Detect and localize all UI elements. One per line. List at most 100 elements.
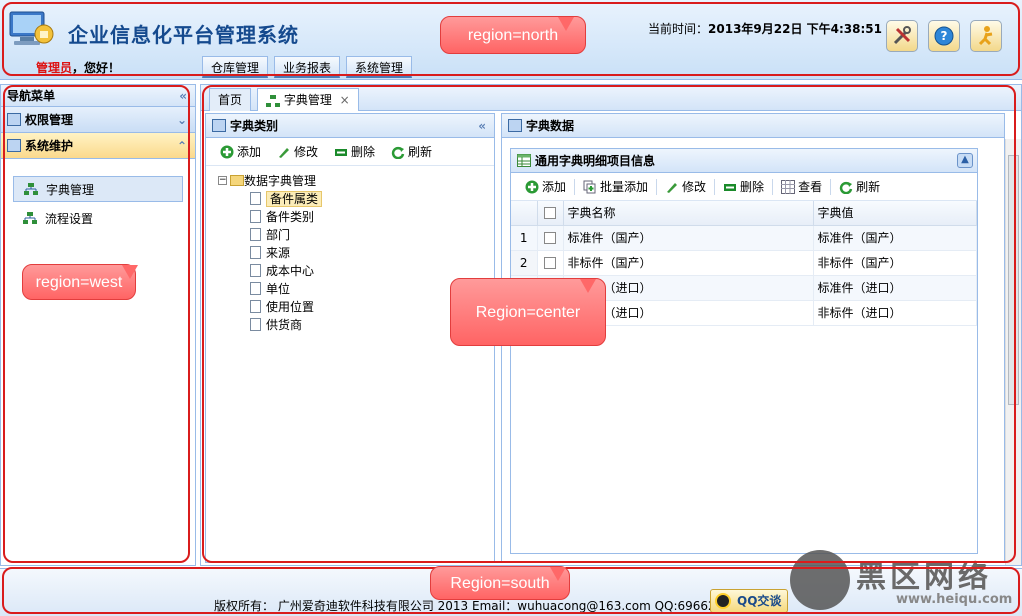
column-header-name[interactable]: 字典名称 bbox=[563, 201, 814, 226]
add-button[interactable]: 添加 bbox=[212, 141, 269, 163]
pencil-icon bbox=[667, 182, 678, 193]
tree-node[interactable]: 成本中心 bbox=[216, 262, 494, 280]
batch-add-button[interactable]: 批量添加 bbox=[575, 176, 656, 198]
delete-label: 删除 bbox=[740, 180, 765, 194]
help-button[interactable]: ? bbox=[928, 20, 960, 52]
user-role: 管理员 bbox=[36, 61, 73, 75]
add-label: 添加 bbox=[237, 145, 262, 159]
add-button[interactable]: 添加 bbox=[517, 176, 574, 198]
delete-button[interactable]: 删除 bbox=[715, 176, 772, 198]
view-label: 查看 bbox=[798, 180, 823, 194]
refresh-icon bbox=[391, 146, 405, 159]
cell-value: 非标件（进口） bbox=[813, 300, 977, 326]
document-icon bbox=[250, 300, 261, 313]
row-checkbox[interactable] bbox=[544, 232, 556, 244]
grid-toolbar: 添加 批量添加 修改 删除 查看 刷新 bbox=[511, 173, 977, 201]
document-icon bbox=[250, 264, 261, 277]
tree-node[interactable]: 来源 bbox=[216, 244, 494, 262]
center-tabbar: 首页 字典管理 × bbox=[201, 85, 1021, 111]
tree-node-label: 部门 bbox=[266, 228, 291, 242]
tools-button[interactable] bbox=[886, 20, 918, 52]
nav-item-label: 字典管理 bbox=[46, 183, 95, 197]
top-tab-reports[interactable]: 业务报表 bbox=[274, 56, 341, 78]
tab-label: 首页 bbox=[218, 93, 243, 107]
collapse-tree-icon[interactable]: − bbox=[218, 176, 227, 185]
tools-icon bbox=[893, 26, 911, 45]
sitemap-icon bbox=[24, 183, 38, 195]
refresh-button[interactable]: 刷新 bbox=[383, 141, 440, 163]
pencil-icon bbox=[279, 147, 290, 158]
select-all-checkbox[interactable] bbox=[544, 207, 556, 220]
tree-root-label: 数据字典管理 bbox=[244, 174, 317, 188]
folder-icon bbox=[230, 175, 244, 186]
document-icon bbox=[250, 246, 261, 259]
qq-chat-button[interactable]: QQ交谈 bbox=[710, 589, 789, 613]
column-header-value[interactable]: 字典值 bbox=[813, 201, 977, 226]
center-region: 首页 字典管理 × 字典类别 « 添加 修改 删除 刷新 − 数据字典管理 备件… bbox=[200, 84, 1022, 566]
top-tab-warehouse[interactable]: 仓库管理 bbox=[202, 56, 269, 78]
row-checkbox[interactable] bbox=[544, 257, 556, 269]
section-label: 系统维护 bbox=[25, 139, 74, 153]
table-row[interactable]: 2 非标件（国产） 非标件（国产） bbox=[511, 250, 977, 276]
section-permissions[interactable]: 权限管理 ⌄ bbox=[1, 107, 195, 133]
tree-root[interactable]: − 数据字典管理 bbox=[216, 172, 494, 190]
logout-button[interactable] bbox=[970, 20, 1002, 52]
document-icon bbox=[250, 282, 261, 295]
row-number: 2 bbox=[511, 250, 538, 276]
collapse-panel-icon[interactable]: ▲ bbox=[957, 153, 973, 168]
collapse-icon[interactable]: « bbox=[478, 114, 486, 138]
sitemap-icon bbox=[23, 212, 37, 224]
document-icon bbox=[250, 192, 261, 205]
cell-value: 非标件（国产） bbox=[813, 250, 977, 276]
row-select-cell bbox=[537, 250, 564, 276]
tab-home[interactable]: 首页 bbox=[209, 88, 252, 111]
refresh-label: 刷新 bbox=[408, 145, 433, 159]
tree-node-label: 备件属类 bbox=[266, 191, 323, 207]
tree-node[interactable]: 部门 bbox=[216, 226, 494, 244]
add-icon bbox=[525, 180, 539, 193]
nav-item-label: 流程设置 bbox=[45, 212, 94, 226]
section-system-maintenance[interactable]: 系统维护 ⌃ bbox=[1, 133, 195, 159]
grid-panel-title: 通用字典明细项目信息 bbox=[535, 154, 656, 168]
section-label: 权限管理 bbox=[25, 113, 74, 127]
delete-label: 删除 bbox=[351, 145, 376, 159]
add-label: 添加 bbox=[542, 180, 567, 194]
category-panel-title: 字典类别 bbox=[230, 119, 279, 133]
chevron-up-icon: ⌃ bbox=[176, 139, 187, 153]
window-icon bbox=[7, 139, 21, 152]
cell-name: 标准件（国产） bbox=[563, 225, 814, 251]
tree-node[interactable]: 备件属类 bbox=[216, 190, 494, 208]
scrollbar-thumb[interactable] bbox=[1008, 155, 1019, 405]
logout-icon bbox=[978, 26, 993, 46]
delete-button[interactable]: 删除 bbox=[326, 141, 383, 163]
nav-item-workflow[interactable]: 流程设置 bbox=[13, 206, 183, 232]
close-icon[interactable]: × bbox=[340, 93, 350, 107]
cell-name: 非标件（国产） bbox=[563, 250, 814, 276]
collapse-left-icon[interactable]: « bbox=[179, 85, 187, 107]
watermark-logo-icon bbox=[790, 550, 850, 610]
document-icon bbox=[250, 228, 261, 241]
tree-node[interactable]: 备件类别 bbox=[216, 208, 494, 226]
row-select-cell bbox=[537, 225, 564, 251]
table-row[interactable]: 1 标准件（国产） 标准件（国产） bbox=[511, 225, 977, 251]
category-panel-header: 字典类别 « bbox=[206, 114, 494, 138]
view-button[interactable]: 查看 bbox=[773, 176, 830, 198]
tab-dictionary[interactable]: 字典管理 × bbox=[257, 88, 359, 111]
west-annotation: region=west bbox=[22, 264, 139, 300]
computer-lock-icon bbox=[9, 11, 54, 45]
grid-view-icon bbox=[781, 179, 796, 194]
top-tab-system[interactable]: 系统管理 bbox=[346, 56, 413, 78]
row-number-header bbox=[511, 201, 538, 226]
document-icon bbox=[250, 210, 261, 223]
tree-node-label: 备件类别 bbox=[266, 210, 315, 224]
grid-header-row: 字典名称 字典值 bbox=[511, 201, 977, 226]
vertical-scrollbar[interactable] bbox=[1005, 139, 1021, 565]
nav-item-dictionary[interactable]: 字典管理 bbox=[13, 176, 183, 202]
select-all-header bbox=[537, 201, 564, 226]
sitemap-icon bbox=[266, 94, 280, 107]
edit-label: 修改 bbox=[294, 145, 319, 159]
refresh-button[interactable]: 刷新 bbox=[831, 176, 888, 198]
edit-button[interactable]: 修改 bbox=[657, 176, 714, 198]
tree-node-label: 使用位置 bbox=[266, 300, 315, 314]
edit-button[interactable]: 修改 bbox=[269, 141, 326, 163]
